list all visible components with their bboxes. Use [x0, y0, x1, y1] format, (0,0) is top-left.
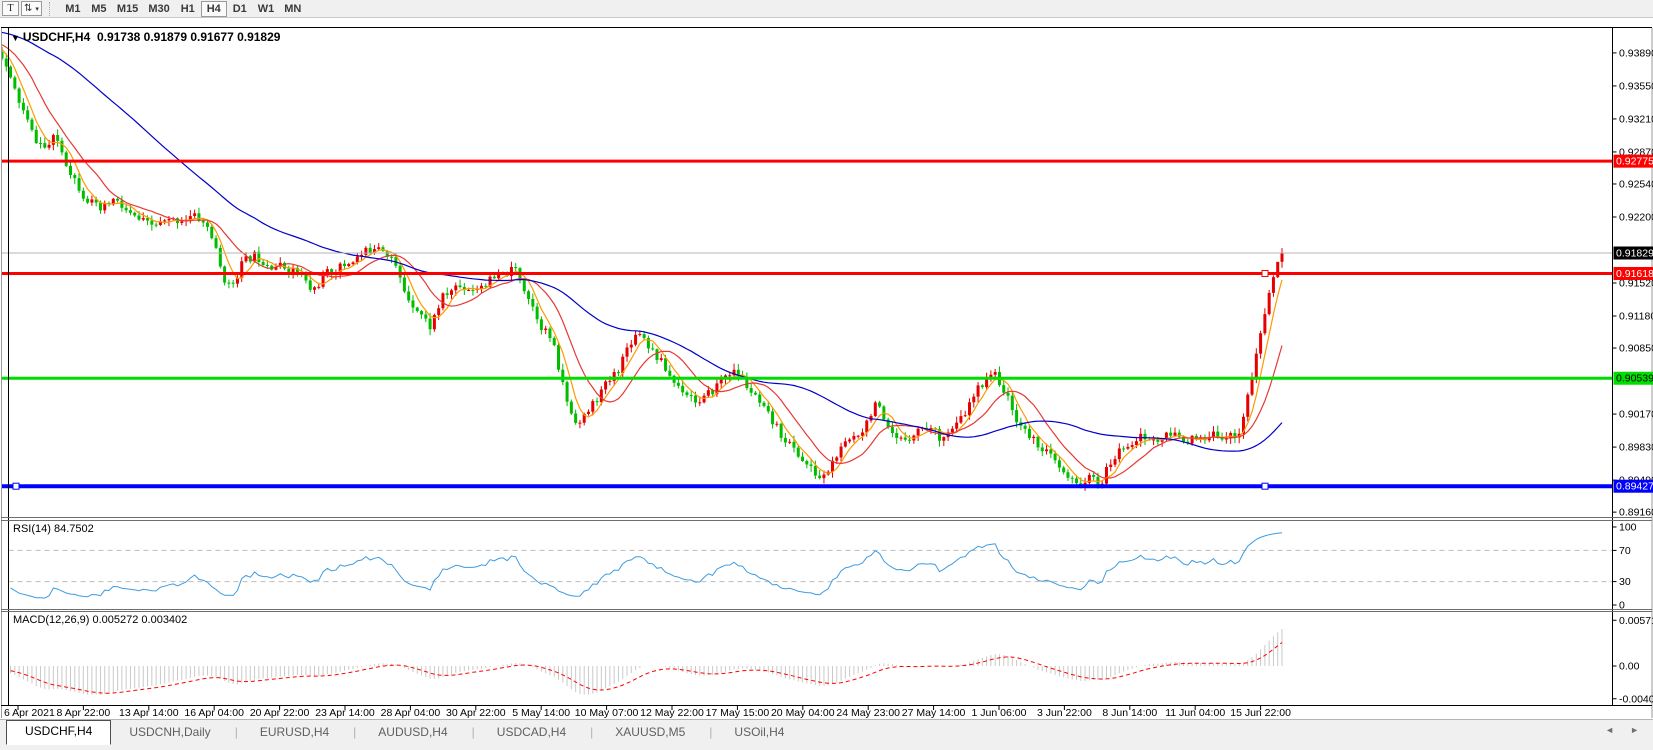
time-tick-label: 30 Apr 22:00 — [446, 707, 506, 719]
time-tick-label: 24 May 23:00 — [836, 707, 900, 719]
ohlc-values: 0.91738 0.91879 0.91677 0.91829 — [97, 30, 281, 44]
svg-text:30: 30 — [1619, 576, 1631, 588]
time-tick-label: 20 Apr 22:00 — [250, 707, 310, 719]
svg-text:0.89427: 0.89427 — [1616, 481, 1653, 493]
time-tick-label: 15 Jun 22:00 — [1230, 707, 1291, 719]
ma-12-line — [2, 45, 1282, 478]
price-tick-label: 0.89830 — [1619, 442, 1653, 454]
price-pane[interactable] — [1, 32, 1284, 490]
tab-scroll-controls: ◄ ► — [1605, 720, 1653, 735]
macd-axis[interactable]: 0.005718 0.00 -0.004094 — [1613, 615, 1653, 705]
time-tick-label: 10 May 07:00 — [575, 707, 639, 719]
chart-tab[interactable]: EURUSD,H4 — [223, 721, 341, 744]
time-tick-label: 12 May 22:00 — [640, 707, 704, 719]
chart-tab[interactable]: USDCNH,Daily — [117, 721, 222, 744]
price-tick-label: 0.90850 — [1619, 343, 1653, 355]
rsi-axis[interactable]: 100 70 30 0 — [1613, 522, 1637, 612]
svg-text:0.91829: 0.91829 — [1616, 248, 1653, 260]
price-tick-label: 0.92540 — [1619, 178, 1653, 190]
symbol-period-label: USDCHF,H4 — [23, 30, 90, 44]
chart-tab[interactable]: USDCHF,H4 — [6, 720, 111, 745]
svg-text:0.90539: 0.90539 — [1616, 373, 1653, 385]
price-tick-label: 0.93890 — [1619, 47, 1653, 59]
macd-indicator-label: MACD(12,26,9) 0.005272 0.003402 — [13, 614, 187, 626]
chart-tab[interactable]: USOil,H4 — [697, 721, 796, 744]
chart-menu-triangle-icon[interactable]: ▼ — [11, 33, 20, 43]
time-tick-label: 17 May 15:00 — [706, 707, 770, 719]
rsi-pane[interactable] — [9, 533, 1613, 598]
svg-text:0.00: 0.00 — [1619, 661, 1640, 673]
rsi-line — [11, 533, 1282, 598]
time-tick-label: 3 Jun 22:00 — [1037, 707, 1092, 719]
hline-handle[interactable] — [1262, 270, 1268, 276]
time-tick-label: 8 Apr 22:00 — [57, 707, 111, 719]
tabs-scroll-right-icon[interactable]: ► — [1630, 725, 1639, 735]
time-tick-label: 20 May 04:00 — [771, 707, 835, 719]
svg-text:0.005718: 0.005718 — [1619, 615, 1653, 627]
time-tick-label: 13 Apr 14:00 — [119, 707, 179, 719]
hline-handle[interactable] — [13, 483, 19, 489]
chart-tab[interactable]: USDCAD,H4 — [460, 721, 578, 744]
tabs-scroll-left-icon[interactable]: ◄ — [1605, 725, 1614, 735]
chart-tab-bar: USDCHF,H4USDCNH,DailyEURUSD,H4AUDUSD,H4U… — [0, 719, 1653, 750]
time-tick-label: 11 Jun 04:00 — [1165, 707, 1225, 719]
svg-text:0: 0 — [1619, 600, 1625, 612]
chart-tab[interactable]: XAUUSD,M5 — [578, 721, 697, 744]
price-tick-label: 0.91180 — [1619, 311, 1653, 323]
macd-pane[interactable] — [11, 629, 1282, 695]
svg-text:0.92775: 0.92775 — [1616, 156, 1653, 168]
price-axis[interactable]: 0.938900.935500.932100.928700.925400.922… — [1613, 47, 1653, 518]
time-tick-label: 23 Apr 14:00 — [315, 707, 375, 719]
svg-text:70: 70 — [1619, 545, 1631, 557]
svg-text:-0.004094: -0.004094 — [1619, 693, 1653, 705]
time-tick-label: 8 Jun 14:00 — [1102, 707, 1157, 719]
rsi-indicator-label: RSI(14) 84.7502 — [13, 523, 94, 535]
time-axis[interactable]: 6 Apr 20218 Apr 22:00 13 Apr 14:00 16 Apr … — [4, 706, 1291, 719]
price-tick-label: 0.93210 — [1619, 113, 1653, 125]
hline-handle[interactable] — [1262, 483, 1268, 489]
chart-tab[interactable]: AUDUSD,H4 — [341, 721, 459, 744]
chart-title: ▼USDCHF,H4 0.91738 0.91879 0.91677 0.918… — [11, 30, 280, 44]
time-tick-label: 1 Jun 06:00 — [972, 707, 1027, 719]
time-tick-label: 16 Apr 04:00 — [184, 707, 244, 719]
mt4-window: T ⇅ ▾ M1M5M15M30H1H4D1W1MN ▼USDCHF,H4 0.… — [0, 0, 1653, 750]
horizontal-lines[interactable] — [2, 161, 1613, 489]
price-tick-label: 0.93550 — [1619, 80, 1653, 92]
pane-borders — [1, 28, 1652, 719]
svg-text:100: 100 — [1619, 522, 1637, 534]
ma-5-line — [2, 49, 1282, 482]
svg-text:0.91618: 0.91618 — [1616, 268, 1653, 280]
price-tick-label: 0.89160 — [1619, 507, 1653, 519]
time-tick-label: 6 Apr 2021 — [4, 707, 55, 719]
time-tick-label: 27 May 14:00 — [902, 707, 966, 719]
price-tick-label: 0.92200 — [1619, 211, 1653, 223]
ma-48-line — [2, 32, 1282, 451]
macd-signal-line — [11, 643, 1282, 694]
chart-tabs: USDCHF,H4USDCNH,DailyEURUSD,H4AUDUSD,H4U… — [6, 720, 796, 744]
price-tick-label: 0.90170 — [1619, 409, 1653, 421]
time-tick-label: 5 May 14:00 — [512, 707, 570, 719]
time-tick-label: 28 Apr 04:00 — [381, 707, 441, 719]
chart-canvas[interactable]: 0.938900.935500.932100.928700.925400.922… — [0, 0, 1653, 750]
